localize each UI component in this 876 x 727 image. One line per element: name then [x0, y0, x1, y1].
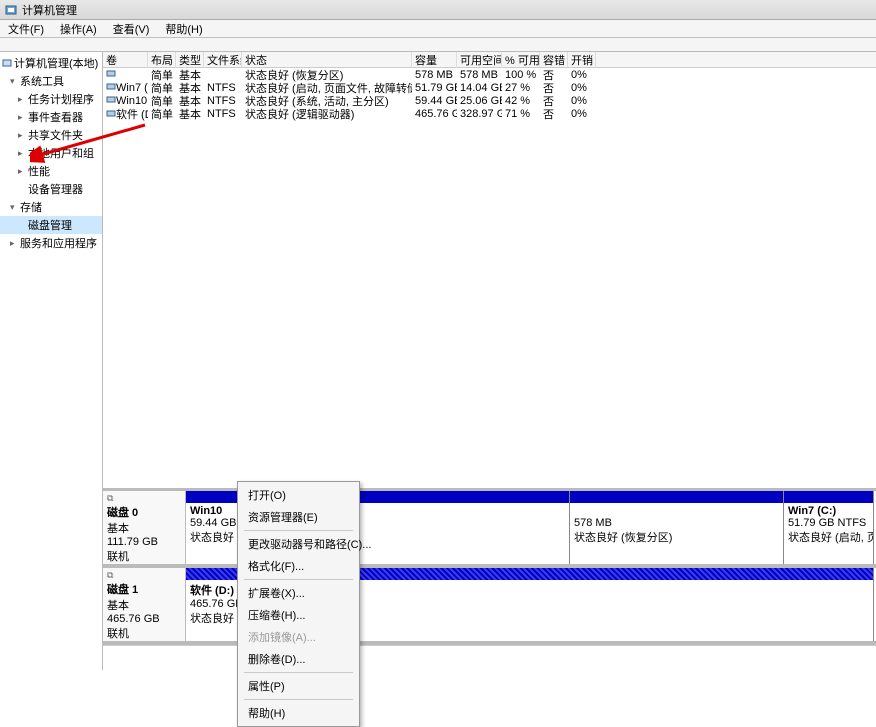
- col-overhead[interactable]: 开销: [568, 52, 596, 68]
- tree-local-users[interactable]: ▸ 本地用户和组: [0, 144, 102, 162]
- volume-list: 简单基本状态良好 (恢复分区)578 MB578 MB100 %否0%Win7 …: [103, 68, 876, 120]
- tree-event-viewer[interactable]: ▸ 事件查看器: [0, 108, 102, 126]
- col-status[interactable]: 状态: [242, 52, 412, 68]
- partition-stripe: [570, 491, 783, 503]
- partition-stripe: [784, 491, 873, 503]
- tree-label: 事件查看器: [28, 109, 83, 125]
- partition[interactable]: Win7 (C:)51.79 GB NTFS状态良好 (启动, 页面: [784, 491, 874, 564]
- disk-row: ⧉磁盘 1基本465.76 GB联机软件 (D:)465.76 GB状态良好: [103, 568, 876, 645]
- col-layout[interactable]: 布局: [148, 52, 176, 68]
- expand-icon[interactable]: ▸: [18, 166, 26, 177]
- ctx-delete[interactable]: 删除卷(D)...: [240, 648, 357, 670]
- ctx-open[interactable]: 打开(O): [240, 484, 357, 506]
- menu-view[interactable]: 查看(V): [107, 20, 156, 38]
- titlebar: 计算机管理: [0, 0, 876, 20]
- volume-icon: [106, 108, 116, 118]
- col-pct[interactable]: % 可用: [502, 52, 540, 68]
- app-icon: [4, 3, 18, 17]
- menu-file[interactable]: 文件(F): [2, 20, 50, 38]
- volume-row[interactable]: Win7 (C:)简单基本NTFS状态良好 (启动, 页面文件, 故障转储, 主…: [103, 81, 876, 94]
- collapse-icon[interactable]: ▾: [10, 76, 18, 87]
- separator: [244, 699, 353, 700]
- tree-label: 设备管理器: [28, 181, 83, 197]
- ctx-explorer[interactable]: 资源管理器(E): [240, 506, 357, 528]
- tree-task-scheduler[interactable]: ▸ 任务计划程序: [0, 90, 102, 108]
- col-capacity[interactable]: 容量: [412, 52, 457, 68]
- context-menu: 打开(O) 资源管理器(E) 更改驱动器号和路径(C)... 格式化(F)...…: [237, 481, 360, 727]
- expand-icon[interactable]: ▸: [10, 238, 18, 249]
- disk-icon: ⧉: [107, 570, 181, 581]
- separator: [244, 672, 353, 673]
- tree-root-label: 计算机管理(本地): [14, 55, 98, 71]
- col-fault[interactable]: 容错: [540, 52, 568, 68]
- disk-label[interactable]: ⧉磁盘 0基本111.79 GB联机: [103, 491, 186, 564]
- expand-icon[interactable]: ▸: [18, 94, 26, 105]
- tree-label: 系统工具: [20, 73, 64, 89]
- volume-header: 卷 布局 类型 文件系统 状态 容量 可用空间 % 可用 容错 开销: [103, 52, 876, 68]
- expand-icon[interactable]: ▸: [18, 148, 26, 159]
- tree-disk-management[interactable]: 磁盘管理: [0, 216, 102, 234]
- tree-performance[interactable]: ▸ 性能: [0, 162, 102, 180]
- ctx-shrink[interactable]: 压缩卷(H)...: [240, 604, 357, 626]
- nav-tree: 计算机管理(本地) ▾ 系统工具 ▸ 任务计划程序 ▸ 事件查看器 ▸ 共享文件…: [0, 52, 103, 670]
- ctx-add-mirror: 添加镜像(A)...: [240, 626, 357, 648]
- toolbar: [0, 38, 876, 52]
- partition[interactable]: 578 MB状态良好 (恢复分区): [570, 491, 784, 564]
- main-area: 计算机管理(本地) ▾ 系统工具 ▸ 任务计划程序 ▸ 事件查看器 ▸ 共享文件…: [0, 52, 876, 670]
- disk-label[interactable]: ⧉磁盘 1基本465.76 GB联机: [103, 568, 186, 641]
- volume-icon: [106, 68, 116, 78]
- tree-storage[interactable]: ▾ 存储: [0, 198, 102, 216]
- collapse-icon[interactable]: ▾: [10, 202, 18, 213]
- separator: [244, 530, 353, 531]
- expand-icon[interactable]: ▸: [18, 130, 26, 141]
- volume-row[interactable]: Win10简单基本NTFS状态良好 (系统, 活动, 主分区)59.44 GB2…: [103, 94, 876, 107]
- ctx-extend[interactable]: 扩展卷(X)...: [240, 582, 357, 604]
- volume-row[interactable]: 简单基本状态良好 (恢复分区)578 MB578 MB100 %否0%: [103, 68, 876, 81]
- separator: [244, 579, 353, 580]
- tree-shared-folders[interactable]: ▸ 共享文件夹: [0, 126, 102, 144]
- tree-label: 性能: [28, 163, 50, 179]
- tree-services[interactable]: ▸ 服务和应用程序: [0, 234, 102, 252]
- menu-action[interactable]: 操作(A): [54, 20, 103, 38]
- disk-icon: ⧉: [107, 493, 181, 504]
- expand-icon[interactable]: ▸: [18, 112, 26, 123]
- tree-root[interactable]: 计算机管理(本地): [0, 54, 102, 72]
- tree-label: 磁盘管理: [28, 217, 72, 233]
- computer-icon: [2, 58, 12, 68]
- ctx-format[interactable]: 格式化(F)...: [240, 555, 357, 577]
- volume-icon: [106, 94, 116, 104]
- tree-label: 服务和应用程序: [20, 235, 97, 251]
- col-fs[interactable]: 文件系统: [204, 52, 242, 68]
- menubar: 文件(F) 操作(A) 查看(V) 帮助(H): [0, 20, 876, 38]
- tree-device-manager[interactable]: 设备管理器: [0, 180, 102, 198]
- tree-label: 任务计划程序: [28, 91, 94, 107]
- volume-icon: [106, 81, 116, 91]
- tree-label: 共享文件夹: [28, 127, 83, 143]
- menu-help[interactable]: 帮助(H): [159, 20, 208, 38]
- tree-system-tools[interactable]: ▾ 系统工具: [0, 72, 102, 90]
- tree-label: 本地用户和组: [28, 145, 94, 161]
- ctx-change-letter[interactable]: 更改驱动器号和路径(C)...: [240, 533, 357, 555]
- ctx-help[interactable]: 帮助(H): [240, 702, 357, 724]
- legend-area: [103, 645, 876, 670]
- volume-row[interactable]: 软件 (D:)简单基本NTFS状态良好 (逻辑驱动器)465.76 GB328.…: [103, 107, 876, 120]
- disk-row: ⧉磁盘 0基本111.79 GB联机Win1059.44 GB NTFS状态良好…: [103, 491, 876, 568]
- col-type[interactable]: 类型: [176, 52, 204, 68]
- col-free[interactable]: 可用空间: [457, 52, 502, 68]
- disk-panels: ⧉磁盘 0基本111.79 GB联机Win1059.44 GB NTFS状态良好…: [103, 488, 876, 645]
- right-pane: 卷 布局 类型 文件系统 状态 容量 可用空间 % 可用 容错 开销 简单基本状…: [103, 52, 876, 670]
- window-title: 计算机管理: [22, 2, 77, 18]
- col-volume[interactable]: 卷: [103, 52, 148, 68]
- tree-label: 存储: [20, 199, 42, 215]
- ctx-properties[interactable]: 属性(P): [240, 675, 357, 697]
